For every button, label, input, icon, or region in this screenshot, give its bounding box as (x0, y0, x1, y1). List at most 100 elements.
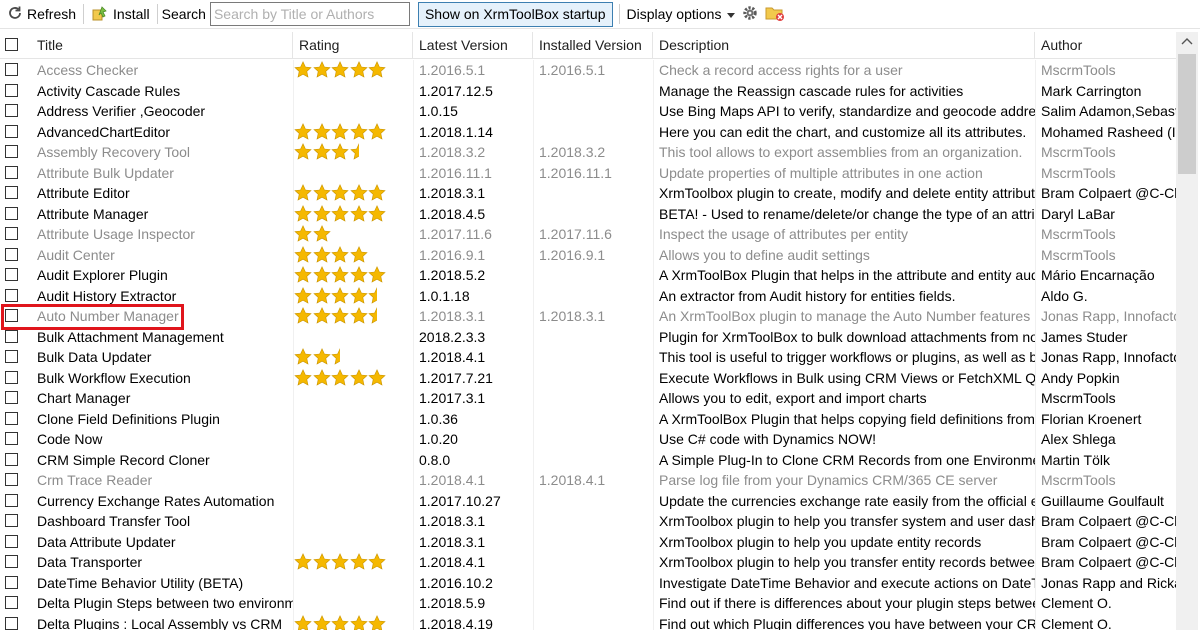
plugin-list: Access Checker 1.2016.5.1 1.2016.5.1 Check … (0, 60, 1176, 630)
toolbar-separator (83, 4, 85, 24)
table-row[interactable]: AdvancedChartEditor 1.2018.1.14 Here you c… (0, 122, 1176, 143)
description: BETA! - Used to rename/delete/or change … (659, 205, 1035, 222)
row-checkbox[interactable] (5, 493, 18, 507)
star-icon (312, 184, 331, 201)
row-checkbox[interactable] (5, 391, 18, 404)
table-row[interactable]: Attribute Manager 1.2018.4.5 BETA! - Used … (0, 204, 1176, 225)
install-button[interactable]: Install (88, 3, 153, 25)
installed-version: 1.2018.4.1 (539, 472, 606, 488)
scroll-up-button[interactable] (1176, 32, 1198, 52)
installed-version (533, 552, 653, 573)
table-row[interactable]: Data Transporter 1.2018.4.1 XrmToolbox plu… (0, 552, 1176, 573)
description: Parse log file from your Dynamics CRM/36… (659, 472, 998, 488)
row-checkbox[interactable] (5, 596, 18, 609)
column-header-description[interactable]: Description (653, 32, 1035, 58)
latest-version: 1.2017.11.6 (419, 226, 492, 242)
latest-version: 1.2016.11.1 (419, 164, 492, 181)
table-row[interactable]: Chart Manager 1.2017.3.1 Allows you to edi… (0, 388, 1176, 409)
installed-version: 1.2016.9.1 (539, 246, 606, 263)
row-checkbox[interactable] (5, 452, 18, 466)
table-row[interactable]: Assembly Recovery Tool 1.2018.3.2 1.2018.3… (0, 142, 1176, 163)
row-checkbox[interactable] (5, 145, 18, 158)
row-checkbox[interactable] (5, 83, 18, 97)
table-row[interactable]: Address Verifier ,Geocoder 1.0.15 Use Bing… (0, 101, 1176, 122)
star-icon (294, 204, 312, 222)
select-all-checkbox[interactable] (5, 38, 18, 51)
table-row[interactable]: Audit Explorer Plugin 1.2018.5.2 A XrmTool… (0, 265, 1176, 286)
table-row[interactable]: Crm Trace Reader 1.2018.4.1 1.2018.4.1 Pars… (0, 470, 1176, 491)
row-checkbox[interactable] (5, 288, 18, 302)
description: XrmToolbox plugin to help you transfer s… (659, 513, 1035, 529)
table-row[interactable]: Delta Plugins : Local Assembly vs CRM 1.2… (0, 614, 1176, 630)
table-row[interactable]: DateTime Behavior Utility (BETA) 1.2016.1… (0, 573, 1176, 594)
refresh-button[interactable]: Refresh (4, 3, 79, 25)
table-row[interactable]: Access Checker 1.2016.5.1 1.2016.5.1 Check … (0, 60, 1176, 81)
row-checkbox[interactable] (5, 186, 18, 199)
row-checkbox[interactable] (5, 514, 18, 527)
rating-cell (293, 204, 413, 225)
star-icon (368, 204, 386, 222)
table-row[interactable]: Attribute Usage Inspector 1.2017.11.6 1.20… (0, 224, 1176, 245)
star-icon (312, 225, 331, 242)
row-checkbox[interactable] (5, 63, 18, 76)
toolbar-separator (618, 4, 620, 24)
scroll-thumb[interactable] (1178, 54, 1196, 174)
table-row[interactable]: Bulk Data Updater 1.2018.4.1 This tool is … (0, 347, 1176, 368)
table-row[interactable]: Activity Cascade Rules 1.2017.12.5 Manage … (0, 81, 1176, 102)
table-row[interactable]: Bulk Workflow Execution 1.2017.7.21 Execut… (0, 368, 1176, 389)
row-checkbox[interactable] (5, 104, 18, 117)
install-icon (91, 4, 109, 25)
row-checkbox[interactable] (5, 432, 18, 445)
latest-version: 1.2018.4.19 (419, 615, 493, 630)
refresh-label: Refresh (27, 6, 77, 22)
row-checkbox[interactable] (5, 473, 18, 486)
table-row[interactable]: Data Attribute Updater 1.2018.3.1 XrmToolb… (0, 532, 1176, 553)
row-checkbox[interactable] (5, 350, 18, 363)
column-header-title[interactable]: Title (31, 32, 293, 58)
installed-version (533, 368, 653, 389)
plugin-title: Code Now (37, 431, 103, 447)
column-header-rating[interactable]: Rating (293, 32, 413, 58)
table-row[interactable]: Dashboard Transfer Tool 1.2018.3.1 XrmTool… (0, 511, 1176, 532)
row-checkbox[interactable] (5, 206, 18, 220)
table-row[interactable]: CRM Simple Record Cloner 0.8.0 A Simple Pl… (0, 450, 1176, 471)
column-header-author[interactable]: Author (1035, 32, 1176, 58)
table-row[interactable]: Currency Exchange Rates Automation 1.2017… (0, 491, 1176, 512)
installed-version (533, 101, 653, 122)
search-input[interactable] (209, 2, 410, 26)
row-checkbox[interactable] (5, 268, 18, 281)
row-checkbox[interactable] (5, 370, 18, 384)
row-checkbox[interactable] (5, 124, 18, 138)
author: Bram Colpaert @C-Clea (1041, 554, 1176, 570)
column-header-installed-version[interactable]: Installed Version (533, 32, 653, 58)
latest-version: 1.2016.5.1 (419, 62, 486, 78)
row-checkbox[interactable] (5, 616, 18, 630)
row-checkbox[interactable] (5, 575, 18, 589)
settings-button[interactable] (738, 3, 762, 25)
table-row[interactable]: Attribute Editor 1.2018.3.1 XrmToolbox plu… (0, 183, 1176, 204)
table-row[interactable]: Code Now 1.0.20 Use C# code with Dynamics … (0, 429, 1176, 450)
row-checkbox[interactable] (5, 555, 18, 568)
column-divider (653, 60, 654, 630)
display-options-dropdown[interactable]: Display options (624, 3, 739, 25)
table-row[interactable]: Delta Plugin Steps between two environm.… (0, 593, 1176, 614)
row-checkbox[interactable] (5, 329, 18, 343)
star-icon (331, 204, 349, 222)
row-checkbox[interactable] (5, 165, 18, 179)
show-on-startup-toggle[interactable]: Show on XrmToolBox startup (417, 1, 613, 27)
table-row[interactable]: Audit History Extractor 1.0.1.18 An extrac… (0, 286, 1176, 307)
column-divider (1035, 60, 1036, 630)
row-checkbox[interactable] (5, 411, 18, 425)
row-checkbox[interactable] (5, 247, 18, 261)
row-checkbox[interactable] (5, 534, 18, 548)
clear-cache-button[interactable] (762, 3, 788, 25)
plugin-title: Dashboard Transfer Tool (37, 513, 191, 529)
rating-cell (293, 286, 413, 307)
table-row[interactable]: Clone Field Definitions Plugin 1.0.36 A Xr… (0, 409, 1176, 430)
star-icon (368, 614, 386, 630)
row-checkbox[interactable] (5, 227, 18, 240)
vertical-scrollbar[interactable] (1176, 32, 1198, 630)
column-header-latest-version[interactable]: Latest Version (413, 32, 533, 58)
table-row[interactable]: Attribute Bulk Updater 1.2016.11.1 1.2016.… (0, 163, 1176, 184)
table-row[interactable]: Audit Center 1.2016.9.1 1.2016.9.1 Allows y… (0, 245, 1176, 266)
